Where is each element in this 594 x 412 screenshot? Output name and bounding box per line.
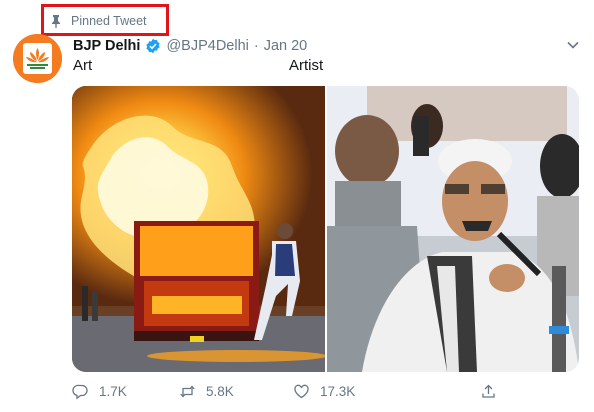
lotus-logo-icon	[13, 34, 62, 83]
reply-count: 1.7K	[99, 384, 127, 399]
retweet-button[interactable]: 5.8K	[179, 383, 234, 400]
tweet-text-right: Artist	[289, 57, 324, 74]
pin-icon	[52, 15, 60, 28]
retweet-count: 5.8K	[206, 384, 234, 399]
media-image-right[interactable]	[327, 86, 579, 372]
tweet-header: BJP Delhi @BJP4Delhi · Jan 20	[73, 36, 580, 56]
user-handle[interactable]: @BJP4Delhi	[166, 38, 248, 54]
avatar[interactable]	[13, 34, 62, 83]
separator-dot: ·	[253, 38, 259, 54]
burning-bus-image	[72, 86, 325, 372]
verified-badge-icon	[146, 38, 161, 54]
share-icon	[482, 384, 495, 398]
reply-button[interactable]: 1.7K	[72, 383, 127, 400]
tweet-actions: 1.7K 5.8K 17.3K	[72, 383, 512, 403]
display-name[interactable]: BJP Delhi	[73, 38, 140, 54]
tweet-date[interactable]: Jan 20	[264, 38, 308, 54]
reply-icon	[72, 384, 88, 400]
pinned-label: Pinned Tweet	[71, 14, 147, 28]
tweet-media[interactable]	[72, 86, 579, 372]
chevron-down-icon[interactable]	[566, 38, 580, 52]
retweet-icon	[180, 385, 195, 398]
share-button[interactable]	[480, 383, 497, 400]
like-count: 17.3K	[320, 384, 356, 399]
pinned-tweet-row: Pinned Tweet	[50, 13, 147, 29]
like-button[interactable]: 17.3K	[293, 383, 355, 400]
media-image-left[interactable]	[72, 86, 325, 372]
tweet-text-left: Art	[73, 57, 93, 74]
speaker-with-mic-image	[327, 86, 579, 372]
heart-icon	[294, 384, 309, 399]
